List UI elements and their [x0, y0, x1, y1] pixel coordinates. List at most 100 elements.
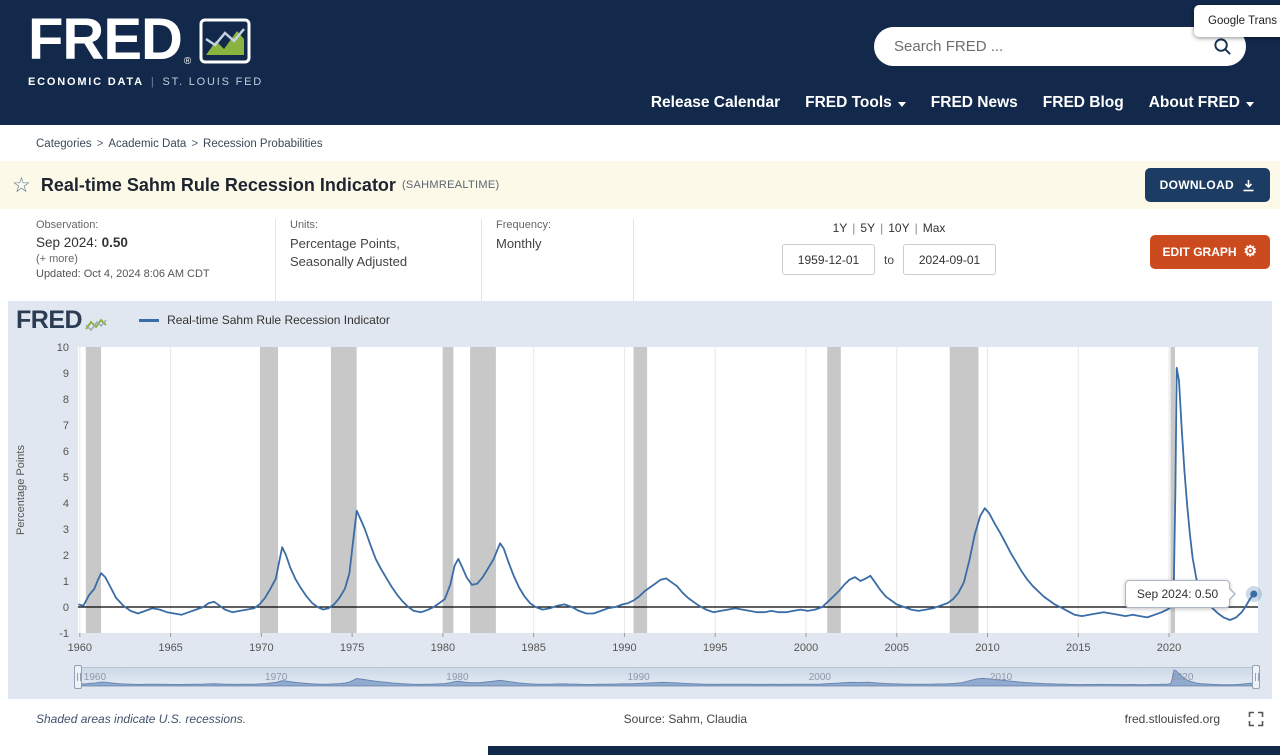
tagline-separator: | [150, 76, 156, 89]
y-tick-label: 8 [63, 394, 69, 406]
slider-mini-area [79, 669, 1255, 686]
fred-watermark: FRED [16, 305, 107, 334]
end-date-input[interactable] [903, 244, 997, 275]
slider-year-label: 2000 [808, 672, 831, 683]
breadcrumb-categories[interactable]: Categories [36, 138, 92, 150]
slider-year-label: 2020 [1171, 672, 1194, 683]
gear-icon: ⚙ [1243, 243, 1257, 260]
units-label: Units: [290, 219, 319, 231]
y-tick-label: -1 [59, 628, 69, 640]
breadcrumb-separator: > [191, 138, 199, 150]
slider-year-label: 1980 [446, 672, 469, 683]
y-tick-label: 9 [63, 368, 69, 380]
breadcrumb-academic-data[interactable]: Academic Data [108, 138, 186, 150]
range-10y[interactable]: 10Y [888, 221, 909, 235]
x-tick-label: 2015 [1066, 642, 1090, 654]
bottom-footer-strip [488, 746, 1280, 755]
plot-area: -1 0 1 2 3 4 5 6 7 8 9 10 1960 1965 1970 1975 1980 1985 19… [8, 339, 1272, 661]
x-tick-label: 2005 [884, 642, 908, 654]
slider-mini-chart [79, 669, 1255, 686]
range-5y[interactable]: 5Y [860, 221, 875, 235]
fred-watermark-text: FRED [16, 305, 83, 334]
plot-background [78, 347, 1258, 633]
nav-fred-news[interactable]: FRED News [931, 94, 1018, 112]
x-tick-label: 1965 [158, 642, 182, 654]
recession-band [949, 347, 979, 633]
fred-chart-icon [199, 18, 251, 64]
y-tick-label: 6 [63, 446, 69, 458]
favorite-star-icon[interactable]: ☆ [12, 175, 31, 196]
observation-date: Sep 2024: [36, 235, 98, 250]
range-separator: | [852, 221, 856, 235]
chart-footer: Shaded areas indicate U.S. recessions. S… [0, 699, 1280, 727]
to-label: to [884, 252, 895, 267]
breadcrumb-recession-probabilities[interactable]: Recession Probabilities [203, 138, 323, 150]
slider-year-label: 1970 [265, 672, 288, 683]
range-controls: 1Y | 5Y | 10Y | Max to [782, 219, 997, 301]
start-date-input[interactable] [782, 244, 875, 275]
y-tick-label: 7 [63, 420, 69, 432]
download-button[interactable]: DOWNLOAD [1144, 168, 1270, 202]
observation-label: Observation: [36, 219, 99, 231]
x-tick-label: 1985 [521, 642, 545, 654]
download-button-label: DOWNLOAD [1159, 178, 1234, 192]
date-range-inputs: to [782, 244, 997, 275]
more-observations-link[interactable]: (+ more) [36, 253, 275, 265]
x-tick-label: 1990 [612, 642, 636, 654]
fred-logo[interactable]: FRED ® ECONOMIC DATA | ST. LOUIS FED [28, 10, 263, 89]
edit-graph-label: EDIT GRAPH [1162, 245, 1237, 259]
slider-year-label: 1960 [83, 672, 107, 683]
y-tick-label: 1 [63, 576, 69, 588]
x-tick-label: 2010 [975, 642, 999, 654]
recession-footnote: Shaded areas indicate U.S. recessions. [36, 712, 247, 726]
slider-handle-right[interactable] [1252, 665, 1260, 689]
range-max[interactable]: Max [923, 221, 946, 235]
range-separator: | [880, 221, 884, 235]
main-chart-svg[interactable]: -1 0 1 2 3 4 5 6 7 8 9 10 1960 1965 1970 1975 1980 1985 19… [8, 339, 1272, 661]
last-point-marker[interactable] [1250, 590, 1258, 598]
chevron-down-icon [1246, 102, 1254, 107]
nav-fred-blog[interactable]: FRED Blog [1043, 94, 1124, 112]
download-icon [1243, 179, 1254, 191]
recession-band [470, 347, 496, 633]
slider-handle-left[interactable] [74, 665, 82, 689]
chart-tooltip: Sep 2024: 0.50 [1124, 580, 1237, 608]
chart-header: FRED Real-time Sahm Rule Recession Indic… [8, 301, 1272, 339]
date-range-slider: 1960 1970 1980 1990 2000 2010 2020 [74, 665, 1260, 699]
y-tick-label: 2 [63, 550, 69, 562]
nav-about-fred[interactable]: About FRED [1149, 94, 1254, 112]
search-icon[interactable] [1213, 37, 1232, 56]
x-tick-label: 1980 [431, 642, 455, 654]
nav-fred-tools-label: FRED Tools [805, 94, 892, 111]
observation-value: 0.50 [101, 235, 128, 250]
nav-about-fred-label: About FRED [1148, 94, 1240, 111]
y-axis-title: Percentage Points [15, 445, 27, 535]
search-box[interactable] [874, 27, 1246, 66]
slider-year-label: 1990 [627, 672, 650, 683]
chart-legend: Real-time Sahm Rule Recession Indicator [139, 313, 390, 327]
series-id: (SAHMREALTIME) [401, 179, 500, 191]
nav-fred-tools[interactable]: FRED Tools [805, 94, 906, 112]
chart-panel: FRED Real-time Sahm Rule Recession Indic… [8, 301, 1272, 699]
range-1y[interactable]: 1Y [833, 221, 848, 235]
range-separator: | [914, 221, 918, 235]
x-tick-label: 1975 [340, 642, 364, 654]
google-translate-remnant[interactable]: Google Trans [1194, 5, 1280, 37]
x-tick-label: 1970 [249, 642, 273, 654]
y-tick-label: 4 [63, 498, 69, 510]
slider-track[interactable]: 1960 1970 1980 1990 2000 2010 2020 [78, 667, 1256, 687]
frequency-column: Frequency: Monthly [482, 219, 634, 301]
breadcrumb: Categories > Academic Data > Recession Proba… [0, 125, 1280, 161]
tagline-economic-data: ECONOMIC DATA [28, 76, 144, 89]
nav-release-calendar[interactable]: Release Calendar [651, 94, 780, 112]
meta-row: Observation: Sep 2024: 0.50 (+ more) Upda… [0, 209, 1280, 301]
tagline-st-louis-fed: ST. LOUIS FED [162, 76, 263, 89]
fullscreen-icon[interactable] [1248, 711, 1264, 727]
x-tick-label: 1960 [68, 642, 92, 654]
site-url: fred.stlouisfed.org [1124, 712, 1220, 726]
search-input[interactable] [894, 38, 1213, 55]
y-tick-label: 0 [63, 602, 69, 614]
x-tick-label: 2020 [1157, 642, 1181, 654]
edit-graph-button[interactable]: EDIT GRAPH ⚙ [1149, 235, 1270, 269]
y-tick-label: 3 [63, 524, 69, 536]
